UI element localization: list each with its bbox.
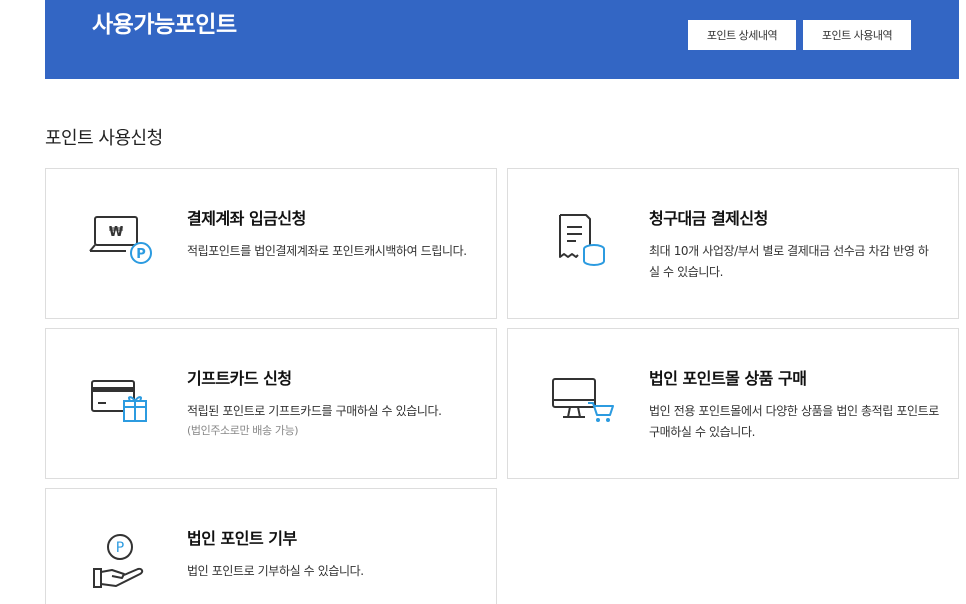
card-gift-icon xyxy=(86,365,158,437)
card-description: 적립된 포인트로 기프트카드를 구매하실 수 있습니다. (법인주소로만 배송 … xyxy=(187,401,477,440)
card-bill-payment[interactable]: 청구대금 결제신청 최대 10개 사업장/부서 별로 결제대금 선수금 차감 반… xyxy=(507,168,959,319)
card-title: 법인 포인트몰 상품 구매 xyxy=(649,369,807,388)
card-point-mall[interactable]: 법인 포인트몰 상품 구매 법인 전용 포인트몰에서 다양한 상품을 법인 총적… xyxy=(507,328,959,479)
point-banner: 사용가능포인트 포인트 상세내역 포인트 사용내역 xyxy=(45,0,959,79)
receipt-coins-icon xyxy=(548,205,620,277)
section-title: 포인트 사용신청 xyxy=(45,128,163,149)
svg-text:P: P xyxy=(136,247,146,262)
card-gift-card[interactable]: 기프트카드 신청 적립된 포인트로 기프트카드를 구매하실 수 있습니다. (법… xyxy=(45,328,497,479)
point-detail-button[interactable]: 포인트 상세내역 xyxy=(688,20,796,50)
point-usage-button[interactable]: 포인트 사용내역 xyxy=(803,20,911,50)
svg-text:P: P xyxy=(116,540,124,556)
monitor-cart-icon xyxy=(548,365,620,437)
card-title: 결제계좌 입금신청 xyxy=(187,209,306,228)
hand-point-icon: P xyxy=(86,525,158,597)
card-title: 청구대금 결제신청 xyxy=(649,209,768,228)
laptop-won-point-icon: ₩ P xyxy=(86,205,158,277)
card-title: 기프트카드 신청 xyxy=(187,369,292,388)
card-description: 법인 전용 포인트몰에서 다양한 상품을 법인 총적립 포인트로 구매하실 수 … xyxy=(649,404,939,439)
svg-text:₩: ₩ xyxy=(109,225,124,240)
available-points-title: 사용가능포인트 xyxy=(92,12,237,38)
delivery-note: (법인주소로만 배송 가능) xyxy=(187,424,299,437)
card-account-deposit[interactable]: ₩ P 결제계좌 입금신청 적립포인트를 법인결제계좌로 포인트캐시백하여 드립… xyxy=(45,168,497,319)
card-title: 법인 포인트 기부 xyxy=(187,529,297,548)
card-description: 법인 포인트로 기부하실 수 있습니다. xyxy=(187,564,364,578)
card-description: 최대 10개 사업장/부서 별로 결제대금 선수금 차감 반영 하실 수 있습니… xyxy=(649,244,929,279)
card-description-text: 적립된 포인트로 기프트카드를 구매하실 수 있습니다. xyxy=(187,404,442,418)
card-point-donation[interactable]: P 법인 포인트 기부 법인 포인트로 기부하실 수 있습니다. xyxy=(45,488,497,604)
card-description: 적립포인트를 법인결제계좌로 포인트캐시백하여 드립니다. xyxy=(187,244,467,258)
